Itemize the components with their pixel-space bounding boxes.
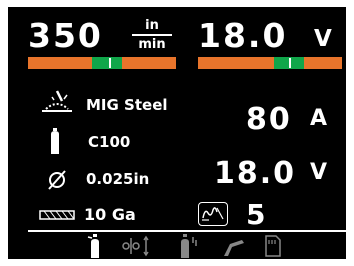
top-voltage-unit: V (314, 26, 332, 52)
tab-settings-adjust[interactable] (120, 234, 152, 258)
wire-speed-unit-top: in (145, 18, 159, 33)
voltage-bar-marker (289, 58, 291, 68)
memory-card-icon (265, 235, 281, 257)
tab-gas-purge[interactable] (178, 234, 200, 258)
inductance-icon[interactable] (198, 202, 228, 226)
top-voltage-value: 18.0 (198, 16, 288, 55)
tab-torch[interactable] (220, 234, 246, 258)
gas-label[interactable]: C100 (88, 135, 130, 150)
diameter-icon (46, 169, 68, 191)
gas-purge-icon (181, 234, 197, 258)
material-thickness-icon (39, 208, 75, 220)
settings-adjust-icon (122, 235, 149, 257)
inductance-value: 5 (246, 198, 268, 231)
gas-bottle-icon (87, 234, 99, 258)
welder-display: 350 in min 18.0 V MIG Steel C100 0.025in… (8, 7, 346, 259)
gas-cylinder-icon (48, 128, 62, 154)
current-value: 80 (246, 102, 292, 137)
wire-speed-bar (28, 57, 176, 69)
tab-divider (28, 230, 346, 232)
tab-gas-bottle[interactable] (84, 234, 106, 258)
material-thickness-label[interactable]: 10 Ga (84, 207, 136, 223)
wire-speed-unit: in min (132, 19, 172, 51)
process-label[interactable]: MIG Steel (86, 98, 168, 113)
wire-speed-unit-bottom: min (138, 37, 166, 52)
voltage-unit: V (310, 160, 328, 185)
weld-process-icon (40, 89, 74, 113)
fraction-line (132, 34, 172, 36)
wire-diameter-label[interactable]: 0.025in (86, 172, 149, 187)
wire-speed-bar-marker (109, 58, 111, 68)
torch-icon (224, 240, 244, 256)
wire-speed-bar-optimal-zone (92, 57, 122, 69)
wire-speed-value: 350 (28, 16, 103, 55)
current-unit: A (310, 106, 328, 131)
tab-memory-card[interactable] (264, 234, 282, 258)
voltage-bar (198, 57, 342, 69)
voltage-value: 18.0 (214, 156, 297, 191)
